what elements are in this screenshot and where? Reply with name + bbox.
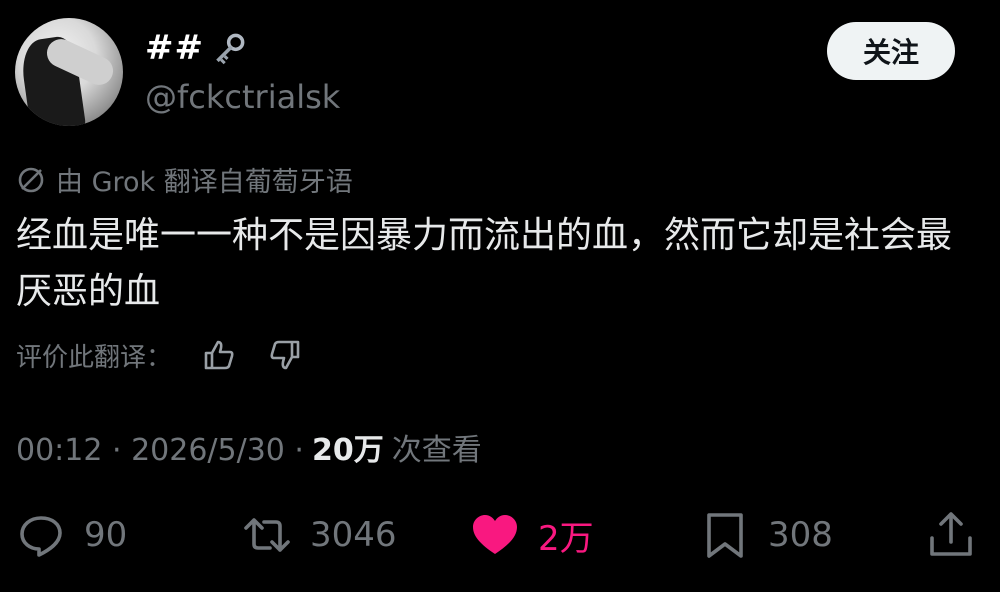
follow-button[interactable]: 关注 (827, 22, 955, 80)
thumbs-up-icon[interactable] (200, 336, 238, 374)
views-count: 20万 (311, 433, 384, 468)
views-label: 次查看 (391, 433, 482, 468)
key-icon (208, 26, 252, 70)
like-button[interactable]: 2万 (470, 510, 594, 560)
translation-note: 由 Grok 翻译自葡萄牙语 (16, 160, 353, 199)
tweet-text: 经血是唯一一种不是因暴力而流出的血，然而它却是社会最厌恶的血 (16, 215, 953, 312)
avatar[interactable] (15, 18, 123, 126)
tweet-page: ## @fckctrialsk 关注 由 Grok 翻译自葡萄牙语 经血是唯一一… (0, 0, 1000, 592)
retweet-icon (244, 518, 290, 552)
timestamp[interactable]: 00:12 · 2026/5/30 · (16, 433, 304, 468)
heart-icon (473, 515, 517, 554)
user-handle[interactable]: @fckctrialsk (145, 78, 340, 116)
translate-icon (18, 167, 44, 192)
rate-label: 评价此翻译： (16, 342, 173, 373)
reply-icon (20, 516, 62, 557)
retweet-button[interactable]: 3046 (242, 510, 397, 560)
share-icon (930, 512, 972, 556)
bookmark-button[interactable]: 308 (700, 510, 833, 560)
bookmark-count: 308 (768, 515, 833, 555)
bookmark-icon (707, 513, 743, 558)
translation-note-text: 由 Grok 翻译自葡萄牙语 (56, 167, 353, 198)
thumbs-down-icon[interactable] (266, 336, 304, 374)
display-name[interactable]: ## (145, 26, 252, 70)
tweet-meta: 00:12 · 2026/5/30 · 20万 次查看 (16, 425, 482, 469)
retweet-count: 3046 (310, 515, 397, 555)
rate-translation: 评价此翻译： (16, 336, 304, 374)
share-button[interactable] (926, 510, 976, 560)
reply-count: 90 (84, 515, 128, 555)
action-bar: 90 3046 2万 308 (0, 500, 1000, 580)
display-name-text: ## (145, 28, 204, 68)
reply-button[interactable]: 90 (16, 510, 127, 560)
like-count: 2万 (538, 518, 594, 559)
